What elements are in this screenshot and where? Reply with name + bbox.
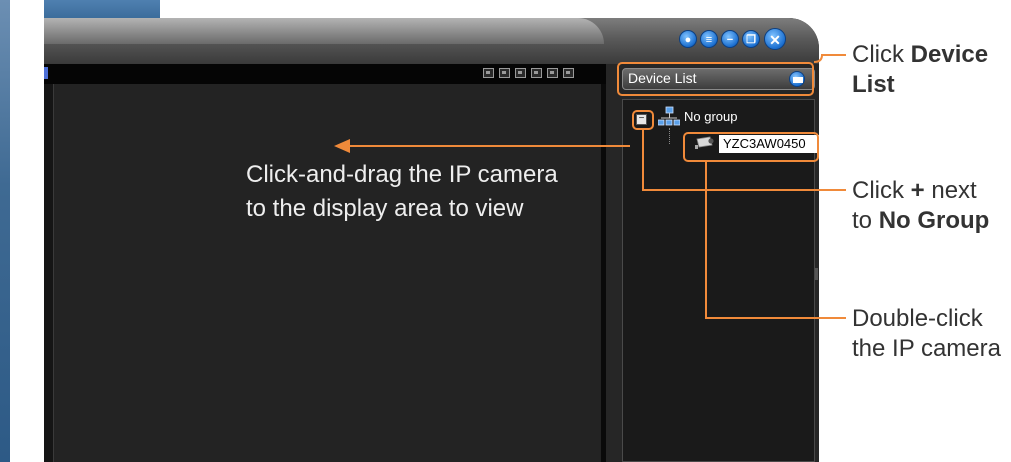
drag-arrow-head: [334, 139, 350, 153]
callout-double-click: Double-click the IP camera: [852, 305, 1001, 362]
device-list-leader: [813, 54, 846, 63]
callout-expand-group: Click + next to No Group: [852, 177, 990, 234]
camera-leader: [705, 162, 846, 319]
expand-leader: [642, 130, 846, 191]
callout-device-list: Click Device List: [852, 41, 989, 98]
callout-drag: Click-and-drag the IP camera to the disp…: [246, 161, 558, 222]
